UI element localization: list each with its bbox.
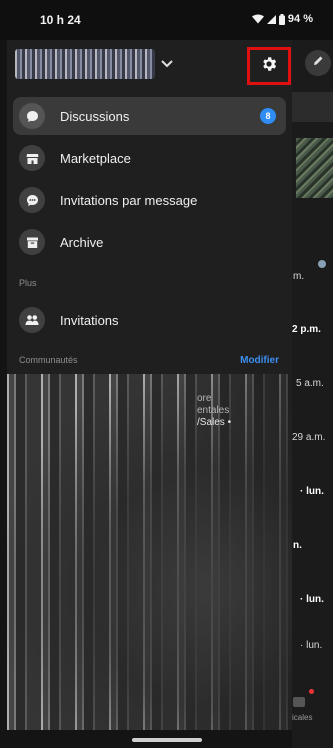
storefront-icon bbox=[19, 145, 45, 171]
menu-item-archive[interactable]: Archive bbox=[13, 223, 286, 261]
chevron-down-icon bbox=[161, 55, 173, 73]
menu-item-discussions[interactable]: Discussions 8 bbox=[13, 97, 286, 135]
community-text-line: ore bbox=[197, 393, 212, 404]
community-text-line: /Sales • bbox=[197, 417, 232, 428]
people-icon bbox=[19, 307, 45, 333]
pencil-icon bbox=[312, 54, 324, 72]
menu-label-discussions: Discussions bbox=[60, 108, 130, 124]
community-text-line: entales bbox=[197, 405, 230, 416]
menu-label-invitations: Invitations bbox=[60, 312, 119, 328]
compose-button[interactable] bbox=[305, 50, 331, 76]
battery-icon bbox=[278, 13, 285, 25]
background-search-bar[interactable] bbox=[292, 92, 333, 122]
status-bar: 10 h 24 94 % bbox=[0, 0, 333, 40]
navigation-drawer: Discussions 8 Marketplace Invitations pa… bbox=[7, 40, 292, 730]
modify-communities-link[interactable]: Modifier bbox=[240, 355, 279, 366]
settings-button[interactable] bbox=[247, 47, 291, 85]
section-label-communities: Communautés bbox=[19, 355, 78, 365]
status-time: 10 h 24 bbox=[40, 13, 81, 27]
status-icons: 94 % bbox=[251, 13, 313, 25]
background-time-6: n. bbox=[293, 540, 302, 551]
menu-item-marketplace[interactable]: Marketplace bbox=[13, 139, 286, 177]
archive-box-icon bbox=[19, 229, 45, 255]
background-story-thumbnail[interactable] bbox=[296, 138, 333, 198]
menu-label-message-requests: Invitations par message bbox=[60, 192, 198, 208]
drawer-header bbox=[7, 40, 292, 88]
home-indicator[interactable] bbox=[132, 738, 202, 742]
chat-bubble-icon bbox=[19, 103, 45, 129]
background-time-2: 2 p.m. bbox=[292, 324, 321, 335]
account-name-blurred bbox=[15, 49, 155, 79]
background-notification-dot bbox=[309, 689, 314, 694]
background-time-5: · lun. bbox=[300, 486, 324, 497]
gear-icon bbox=[260, 55, 278, 78]
battery-percent: 94 % bbox=[287, 13, 313, 25]
background-footer-label: icales bbox=[292, 713, 313, 722]
account-switcher[interactable] bbox=[15, 46, 195, 82]
background-camera-icon bbox=[293, 697, 305, 707]
background-time-3: 5 a.m. bbox=[296, 378, 324, 389]
unread-badge: 8 bbox=[260, 108, 276, 124]
menu-label-marketplace: Marketplace bbox=[60, 150, 131, 166]
community-image-overlay bbox=[7, 374, 292, 730]
background-time-7: · lun. bbox=[300, 594, 324, 605]
section-label-plus: Plus bbox=[19, 278, 37, 288]
wifi-icon bbox=[251, 14, 264, 24]
menu-label-archive: Archive bbox=[60, 234, 104, 250]
message-request-icon bbox=[19, 187, 45, 213]
menu-item-message-requests[interactable]: Invitations par message bbox=[13, 181, 286, 219]
signal-icon bbox=[266, 14, 276, 24]
background-time-4: 29 a.m. bbox=[292, 432, 326, 443]
background-time-1: m. bbox=[293, 271, 305, 282]
background-avatar-dot bbox=[318, 260, 326, 268]
community-text: ore entales /Sales • bbox=[197, 393, 231, 429]
background-time-8: · lun. bbox=[300, 640, 323, 651]
menu-item-invitations[interactable]: Invitations bbox=[13, 301, 286, 339]
